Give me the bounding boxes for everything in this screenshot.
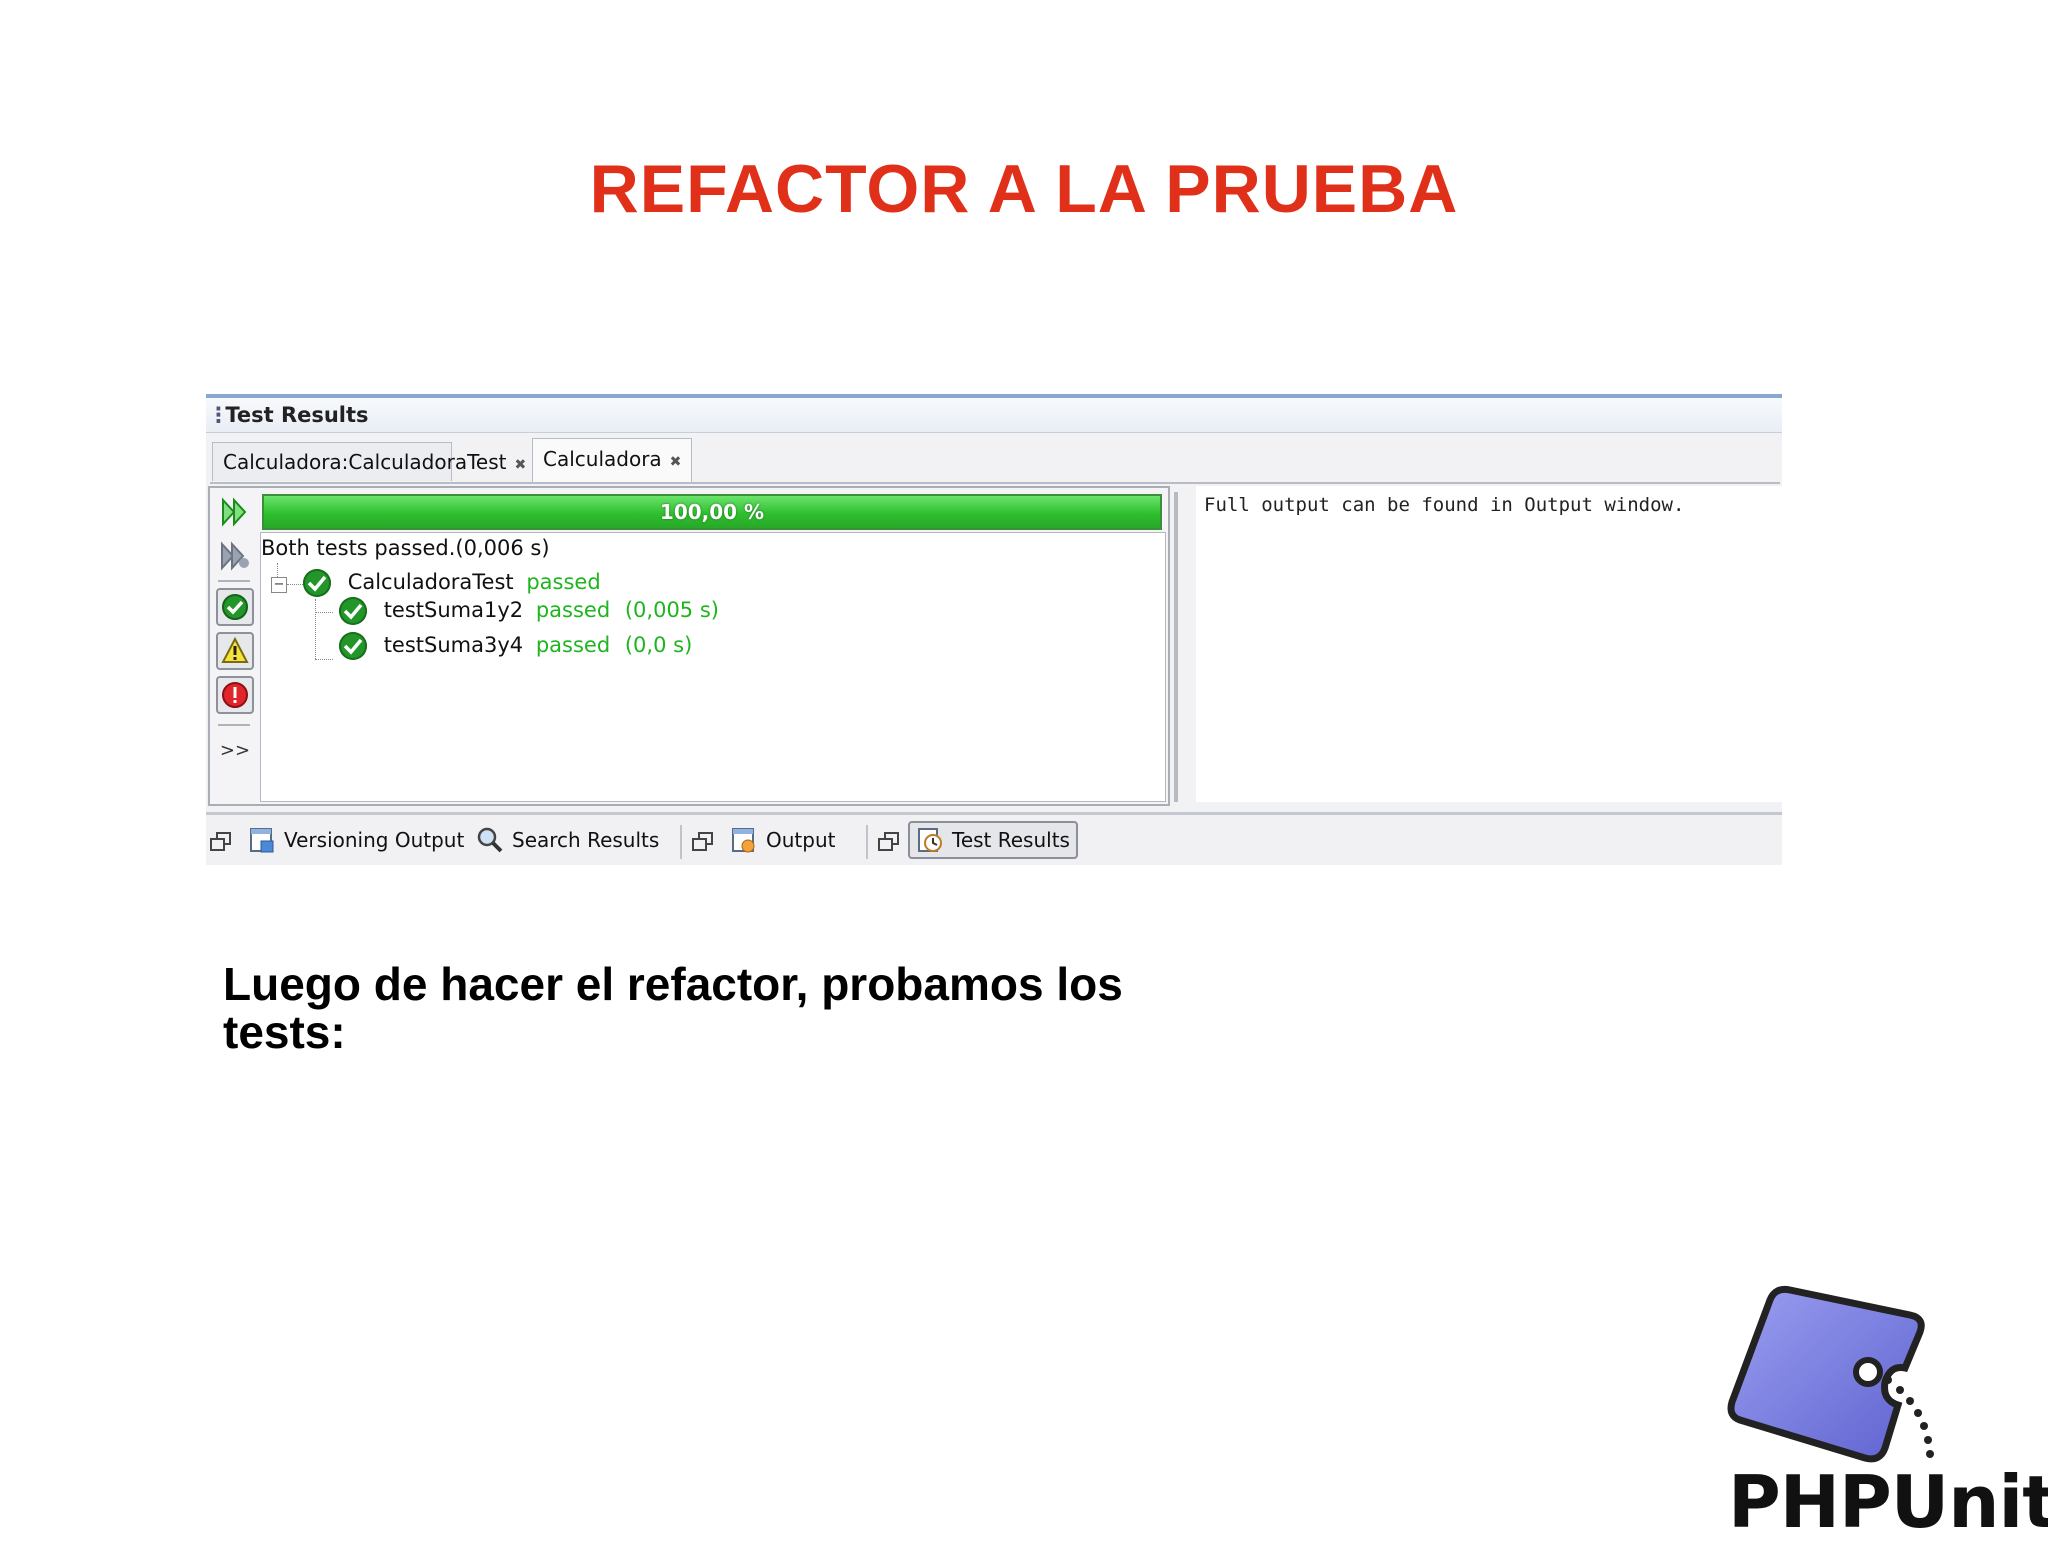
drag-grip-icon[interactable]: ⋮ — [208, 398, 229, 432]
restore-window-icon[interactable] — [878, 823, 899, 857]
suite-name: CalculadoraTest — [347, 570, 514, 594]
tree-connector — [315, 612, 333, 613]
passed-icon — [339, 632, 367, 660]
tree-node-test[interactable]: testSuma1y2 passed (0,005 s) — [339, 595, 719, 625]
rerun-icon[interactable] — [216, 494, 254, 530]
tab-label: Output — [766, 828, 836, 852]
more-icon[interactable]: >> — [216, 732, 254, 768]
results-pane: >> 100,00 % Both tests passed.(0,006 s) … — [208, 486, 1170, 806]
tab-label: Versioning Output — [284, 828, 465, 852]
close-tab-icon[interactable]: ✖ — [514, 457, 526, 473]
test-status: passed — [535, 633, 611, 657]
show-errors-icon[interactable] — [216, 676, 254, 714]
test-results-icon — [918, 828, 942, 852]
tab-search-results[interactable]: Search Results — [476, 823, 659, 857]
passed-icon — [339, 597, 367, 625]
phpunit-logo-text: PHPUnit — [1728, 1460, 2048, 1544]
tree-node-suite[interactable]: CalculadoraTest passed — [303, 567, 601, 597]
tree-connector — [277, 563, 278, 577]
show-passed-icon[interactable] — [216, 588, 254, 626]
tab-label: Test Results — [952, 828, 1070, 852]
test-results-window: ⋮ Test Results Calculadora:CalculadoraTe… — [206, 394, 1782, 865]
test-status: passed — [535, 598, 611, 622]
progress-bar: 100,00 % — [262, 494, 1162, 530]
restore-window-icon[interactable] — [210, 823, 231, 857]
progress-label: 100,00 % — [659, 500, 765, 524]
tab-label: Calculadora:CalculadoraTest — [223, 450, 507, 474]
statusbar-separator — [866, 825, 868, 859]
tree-connector — [315, 599, 316, 659]
summary-text: Both tests passed.(0,006 s) — [261, 536, 550, 560]
statusbar-separator — [680, 825, 682, 859]
search-icon — [477, 827, 503, 853]
toolbar-separator — [218, 724, 250, 726]
tree-connector — [315, 659, 333, 660]
passed-icon — [303, 569, 331, 597]
test-name: testSuma3y4 — [383, 633, 524, 657]
tab-divider — [210, 482, 1780, 484]
close-tab-icon[interactable]: ✖ — [670, 454, 682, 470]
results-toolbar: >> — [210, 488, 256, 804]
test-tree: Both tests passed.(0,006 s) − Calculador… — [260, 532, 1166, 802]
tab-output[interactable]: Output — [730, 823, 835, 857]
output-icon — [732, 828, 755, 853]
output-text: Full output can be found in Output windo… — [1204, 494, 1685, 516]
versioning-output-icon — [250, 828, 274, 853]
tree-node-test[interactable]: testSuma3y4 passed (0,0 s) — [339, 630, 692, 660]
suite-status: passed — [526, 570, 601, 594]
slide-title: REFACTOR A LA PRUEBA — [589, 151, 1459, 227]
bottom-window-bar: Versioning Output Search Results Output … — [206, 812, 1782, 865]
window-title-bar[interactable]: ⋮ Test Results — [206, 398, 1782, 433]
restore-window-icon[interactable] — [692, 823, 713, 857]
test-name: testSuma1y2 — [383, 598, 524, 622]
rerun-failed-icon[interactable] — [216, 538, 254, 574]
test-time: (0,0 s) — [624, 633, 693, 657]
tab-test-results[interactable]: Test Results — [908, 821, 1078, 859]
show-warnings-icon[interactable] — [216, 632, 254, 670]
window-title: Test Results — [225, 403, 369, 427]
test-time: (0,005 s) — [624, 598, 719, 622]
pane-splitter[interactable] — [1174, 492, 1178, 802]
collapse-icon[interactable]: − — [271, 577, 287, 593]
tab-label: Calculadora — [543, 447, 662, 471]
tab-calculadora-calculadoratest[interactable]: Calculadora:CalculadoraTest ✖ — [212, 442, 526, 481]
output-pane: Full output can be found in Output windo… — [1196, 486, 1782, 802]
tree-connector — [287, 584, 303, 585]
tab-label: Search Results — [512, 828, 660, 852]
tab-calculadora[interactable]: Calculadora ✖ — [532, 438, 693, 483]
tab-versioning-output[interactable]: Versioning Output — [248, 823, 464, 857]
toolbar-separator — [218, 580, 250, 582]
slide-caption: Luego de hacer el refactor, probamos los… — [223, 958, 1123, 1058]
